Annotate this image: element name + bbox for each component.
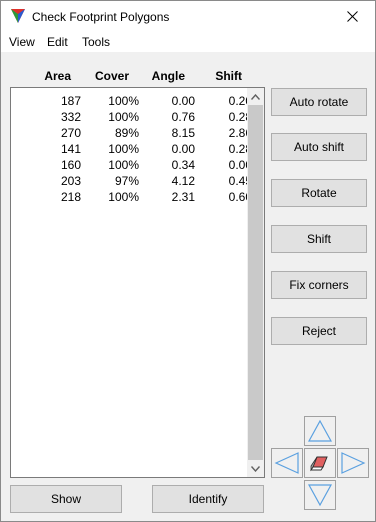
arrow-up-icon [307, 419, 333, 442]
auto-shift-button[interactable]: Auto shift [271, 133, 367, 161]
table-row[interactable]: 187 100% 0.00 0.20 [21, 94, 256, 110]
cell-shift: 0.60 [228, 190, 252, 204]
cell-cover: 100% [108, 158, 139, 172]
cell-angle: 4.12 [171, 174, 195, 188]
table-row[interactable]: 270 89% 8.15 2.86 [21, 126, 256, 142]
column-header-area[interactable]: Area [31, 69, 71, 83]
cell-area: 203 [60, 174, 81, 188]
fix-corners-button[interactable]: Fix corners [271, 271, 367, 299]
scroll-down-button[interactable] [247, 460, 264, 477]
scroll-up-button[interactable] [247, 88, 264, 105]
rotate-button[interactable]: Rotate [271, 179, 367, 207]
menu-view[interactable]: View [9, 35, 35, 49]
cell-shift: 0.00 [228, 158, 252, 172]
polygon-list[interactable]: 187 100% 0.00 0.20 332 100% 0.76 0.28 27… [10, 87, 265, 478]
menu-edit[interactable]: Edit [47, 35, 68, 49]
window-title: Check Footprint Polygons [32, 10, 170, 24]
table-row[interactable]: 332 100% 0.76 0.28 [21, 110, 256, 126]
cell-cover: 100% [108, 110, 139, 124]
table-row[interactable]: 218 100% 2.31 0.60 [21, 190, 256, 206]
cell-cover: 97% [114, 174, 139, 188]
arrow-right-icon [341, 452, 366, 474]
nudge-left-button[interactable] [271, 448, 303, 478]
shift-button[interactable]: Shift [271, 225, 367, 253]
cell-angle: 8.15 [171, 126, 195, 140]
cell-angle: 0.00 [171, 142, 195, 156]
scroll-up-arrow-icon [251, 93, 260, 100]
scroll-down-arrow-icon [251, 465, 260, 472]
auto-rotate-button[interactable]: Auto rotate [271, 88, 367, 116]
nudge-right-button[interactable] [337, 448, 369, 478]
title-bar: Check Footprint Polygons [1, 1, 375, 32]
menu-tools[interactable]: Tools [82, 35, 110, 49]
check-footprint-window: Check Footprint Polygons View Edit Tools… [0, 0, 376, 522]
menu-bar: View Edit Tools [1, 32, 375, 52]
cell-area: 187 [60, 94, 81, 108]
cell-angle: 0.34 [171, 158, 195, 172]
show-button[interactable]: Show [10, 485, 122, 513]
column-header-shift[interactable]: Shift [197, 69, 242, 83]
cell-angle: 2.31 [171, 190, 195, 204]
scroll-thumb[interactable] [248, 105, 263, 460]
cell-shift: 0.20 [228, 94, 252, 108]
table-row[interactable]: 203 97% 4.12 0.45 [21, 174, 256, 190]
cell-area: 160 [60, 158, 81, 172]
cell-shift: 0.28 [228, 110, 252, 124]
identify-button[interactable]: Identify [152, 485, 264, 513]
close-button[interactable] [329, 1, 375, 32]
column-header-angle[interactable]: Angle [139, 69, 185, 83]
app-triangle-icon [11, 9, 25, 23]
cell-angle: 0.00 [171, 94, 195, 108]
reject-button[interactable]: Reject [271, 317, 367, 345]
cell-shift: 0.28 [228, 142, 252, 156]
table-row[interactable]: 160 100% 0.34 0.00 [21, 158, 256, 174]
cell-area: 141 [60, 142, 81, 156]
cell-shift: 2.86 [228, 126, 252, 140]
nudge-up-button[interactable] [304, 416, 336, 446]
cell-angle: 0.76 [171, 110, 195, 124]
eraser-button[interactable] [304, 448, 336, 478]
arrow-down-icon [307, 484, 333, 507]
cell-shift: 0.45 [228, 174, 252, 188]
close-icon [346, 11, 358, 22]
cell-cover: 89% [114, 126, 139, 140]
eraser-icon [310, 456, 328, 472]
cell-cover: 100% [108, 190, 139, 204]
cell-area: 218 [60, 190, 81, 204]
vertical-scrollbar[interactable] [247, 88, 264, 477]
cell-cover: 100% [108, 142, 139, 156]
cell-cover: 100% [108, 94, 139, 108]
cell-area: 270 [60, 126, 81, 140]
column-header-cover[interactable]: Cover [81, 69, 129, 83]
arrow-left-icon [274, 452, 299, 474]
nudge-down-button[interactable] [304, 480, 336, 510]
table-row[interactable]: 141 100% 0.00 0.28 [21, 142, 256, 158]
cell-area: 332 [60, 110, 81, 124]
